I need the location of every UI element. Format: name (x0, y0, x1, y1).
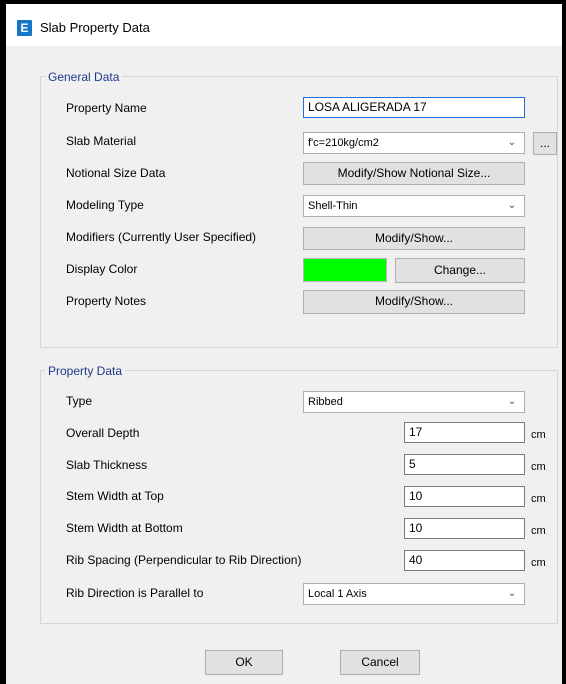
property-notes-label: Property Notes (66, 294, 147, 308)
rib-direction-label: Rib Direction is Parallel to (66, 586, 204, 600)
slab-thickness-unit: cm (531, 461, 546, 473)
type-select[interactable]: Ribbed ⌄ (303, 391, 525, 413)
rib-direction-value: Local 1 Axis (308, 588, 367, 600)
type-label: Type (66, 394, 93, 408)
stem-width-top-input[interactable]: 10 (404, 486, 525, 507)
ok-button[interactable]: OK (205, 650, 283, 675)
slab-thickness-input[interactable]: 5 (404, 454, 525, 475)
title-bar[interactable]: E Slab Property Data (6, 4, 562, 46)
type-value: Ribbed (308, 396, 343, 408)
chevron-down-icon: ⌄ (507, 396, 517, 407)
property-data-legend: Property Data (45, 364, 126, 378)
slab-thickness-label: Slab Thickness (66, 458, 148, 472)
notional-size-label: Notional Size Data (66, 166, 166, 180)
overall-depth-label: Overall Depth (66, 426, 140, 440)
stem-width-top-label: Stem Width at Top (66, 489, 164, 503)
stem-width-top-unit: cm (531, 493, 546, 505)
modeling-type-value: Shell-Thin (308, 200, 358, 212)
modeling-type-label: Modeling Type (66, 198, 144, 212)
chevron-down-icon: ⌄ (507, 200, 517, 211)
notional-size-button[interactable]: Modify/Show Notional Size... (303, 162, 525, 185)
slab-material-label: Slab Material (66, 134, 137, 148)
property-name-label: Property Name (66, 101, 147, 115)
cancel-button[interactable]: Cancel (340, 650, 420, 675)
rib-spacing-unit: cm (531, 557, 546, 569)
window-title: Slab Property Data (40, 20, 150, 35)
modifiers-button[interactable]: Modify/Show... (303, 227, 525, 250)
overall-depth-unit: cm (531, 429, 546, 441)
rib-direction-select[interactable]: Local 1 Axis ⌄ (303, 583, 525, 605)
slab-material-value: f'c=210kg/cm2 (308, 137, 379, 149)
display-color-label: Display Color (66, 262, 138, 276)
change-color-button[interactable]: Change... (395, 258, 525, 283)
chevron-down-icon: ⌄ (507, 137, 517, 148)
chevron-down-icon: ⌄ (507, 588, 517, 599)
stem-width-bottom-unit: cm (531, 525, 546, 537)
general-data-legend: General Data (45, 70, 123, 84)
rib-spacing-label: Rib Spacing (Perpendicular to Rib Direct… (66, 553, 302, 567)
modifiers-label: Modifiers (Currently User Specified) (66, 230, 257, 244)
slab-material-browse-button[interactable]: ... (533, 132, 557, 155)
stem-width-bottom-label: Stem Width at Bottom (66, 521, 183, 535)
window-border-right (562, 0, 566, 684)
display-color-swatch (303, 258, 387, 282)
overall-depth-input[interactable]: 17 (404, 422, 525, 443)
app-icon: E (17, 20, 32, 36)
property-name-input[interactable]: LOSA ALIGERADA 17 (303, 97, 525, 118)
rib-spacing-input[interactable]: 40 (404, 550, 525, 571)
stem-width-bottom-input[interactable]: 10 (404, 518, 525, 539)
property-notes-button[interactable]: Modify/Show... (303, 290, 525, 314)
slab-material-select[interactable]: f'c=210kg/cm2 ⌄ (303, 132, 525, 154)
modeling-type-select[interactable]: Shell-Thin ⌄ (303, 195, 525, 217)
dialog-body: General Data Property Name LOSA ALIGERAD… (6, 46, 562, 684)
